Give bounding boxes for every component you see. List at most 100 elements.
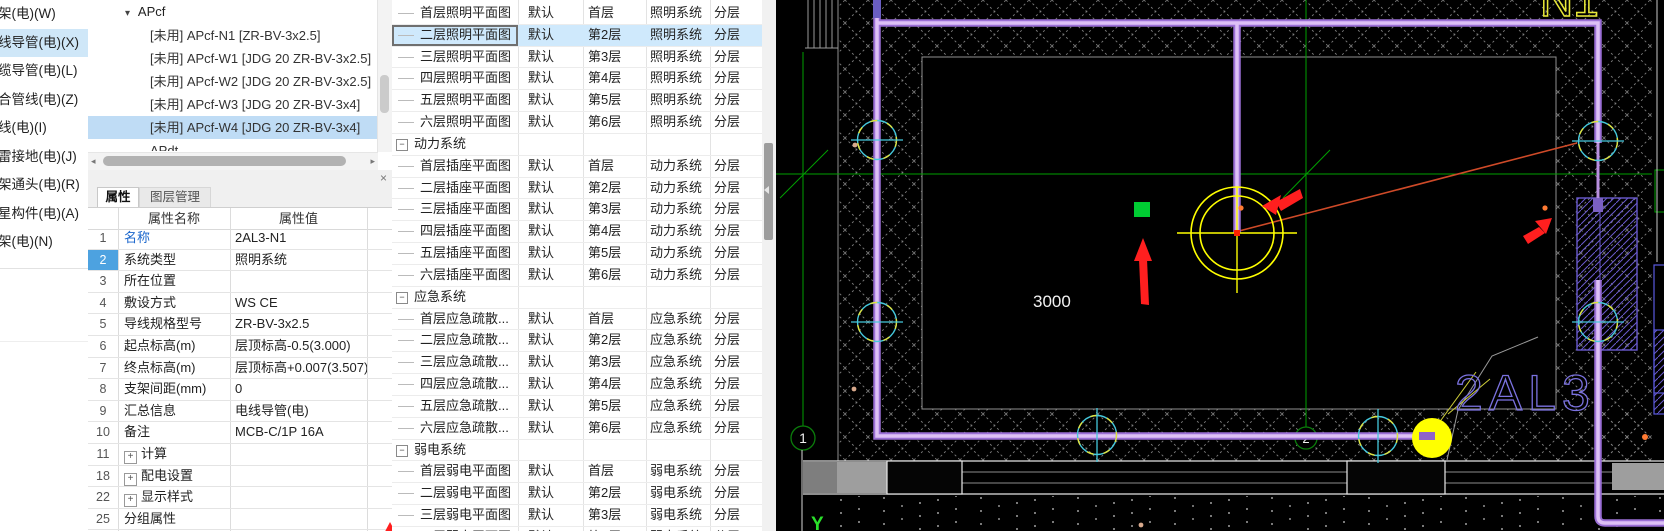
- sheet-row[interactable]: 三层应急疏散... 默认 第3层 应急系统 分层: [392, 352, 762, 375]
- property-row-5[interactable]: 5 导线规格型号 ZR-BV-3x2.5: [88, 314, 392, 336]
- sheet-row[interactable]: 四层应急疏散... 默认 第4层 应急系统 分层: [392, 374, 762, 396]
- tree-vertical-scrollbar[interactable]: [377, 0, 392, 152]
- sidebar-item-3[interactable]: 合管线(电)(Z): [0, 86, 88, 115]
- sheet-row[interactable]: 二层应急疏散... 默认 第2层 应急系统 分层: [392, 330, 762, 353]
- sheet-name: 四层应急疏散...: [420, 376, 509, 392]
- splitter-collapse-icon[interactable]: [764, 186, 769, 194]
- sidebar-item-1[interactable]: 线导管(电)(X): [0, 28, 88, 57]
- junction-ball[interactable]: [1412, 418, 1452, 458]
- sheet-scale: 默认: [528, 310, 555, 326]
- tree-item-0[interactable]: [未用] APcf-N1 [ZR-BV-3x2.5]: [88, 24, 392, 47]
- sheet-name: 二层应急疏散...: [420, 332, 509, 348]
- property-name: + 配电设置: [118, 466, 236, 487]
- collapse-minus-icon[interactable]: −: [396, 444, 408, 457]
- tree-branch-line: [398, 384, 414, 386]
- sidebar-item-6[interactable]: 架通头(电)(R): [0, 171, 88, 200]
- tree-branch-line: [398, 231, 414, 233]
- tree-branch-line: [398, 362, 414, 364]
- property-row-6[interactable]: 6 起点标高(m) 层顶标高-0.5(3.000): [88, 335, 392, 358]
- property-row-22[interactable]: 22 + 显示样式: [88, 487, 392, 509]
- tree-item-1[interactable]: [未用] APcf-W1 [JDG 20 ZR-BV-3x2.5]: [88, 47, 392, 70]
- sidebar-item-2[interactable]: 缆导管(电)(L): [0, 57, 88, 86]
- green-square-marker[interactable]: [1134, 202, 1150, 217]
- tree-group-apcf[interactable]: ▾ APcf: [88, 0, 392, 24]
- tree-hscroll-thumb[interactable]: [103, 156, 346, 166]
- tree-vscroll-thumb[interactable]: [380, 75, 389, 113]
- sidebar-item-7[interactable]: 星构件(电)(A): [0, 200, 88, 229]
- sheet-row[interactable]: 六层照明平面图 默认 第6层 照明系统 分层: [392, 112, 762, 134]
- tree-branch-line: [398, 427, 414, 429]
- sheet-group-row[interactable]: − 应急系统: [392, 287, 762, 309]
- sidebar-item-8[interactable]: 架(电)(N): [0, 228, 88, 257]
- room-boundary: [837, 0, 1557, 461]
- highlighted-wire[interactable]: [1238, 142, 1578, 232]
- sheet-row[interactable]: 五层应急疏散... 默认 第5层 应急系统 分层: [392, 396, 762, 418]
- sheet-name: 首层照明平面图: [420, 5, 512, 20]
- sheet-group-row[interactable]: − 弱电系统: [392, 440, 762, 462]
- sheet-name: 三层弱电平面图: [420, 507, 512, 523]
- sidebar-item-4[interactable]: 线(电)(I): [0, 114, 88, 143]
- property-row-18[interactable]: 18 + 配电设置: [88, 465, 392, 488]
- sheet-vertical-scrollbar[interactable]: [762, 0, 777, 531]
- column-header-name: 属性名称: [147, 211, 200, 226]
- property-row-25[interactable]: 25 分组属性: [88, 508, 392, 531]
- sheet-system: 应急系统: [650, 310, 703, 326]
- sheet-row[interactable]: 三层弱电平面图 默认 第3层 弱电系统 分层: [392, 505, 762, 527]
- cad-canvas[interactable]: 1 2 3000 N1 2AL3 Y: [776, 0, 1664, 531]
- sheet-row[interactable]: 三层插座平面图 默认 第3层 动力系统 分层: [392, 199, 762, 222]
- chevron-down-icon[interactable]: ▾: [125, 2, 135, 26]
- sheet-system: 照明系统: [650, 48, 703, 64]
- sheet-row[interactable]: 二层弱电平面图 默认 第2层 弱电系统 分层: [392, 483, 762, 506]
- property-row-7[interactable]: 7 终点标高(m) 层顶标高+0.007(3.507): [88, 357, 392, 380]
- sheet-row[interactable]: 首层应急疏散... 默认 首层 应急系统 分层: [392, 309, 762, 331]
- sheet-system: 照明系统: [650, 114, 703, 130]
- property-row-1[interactable]: 1 名称 2AL3-N1: [88, 228, 392, 250]
- tab-layer-management[interactable]: 图层管理: [139, 187, 211, 207]
- sheet-row[interactable]: 五层插座平面图 默认 第5层 动力系统 分层: [392, 243, 762, 265]
- collapse-minus-icon[interactable]: −: [396, 138, 408, 151]
- property-row-2[interactable]: 2 系统类型 照明系统: [88, 249, 392, 272]
- tree-item-partial[interactable]: APdt: [88, 139, 392, 151]
- property-name: + 计算: [118, 444, 236, 465]
- tab-properties[interactable]: 属性: [97, 187, 139, 207]
- sheet-row[interactable]: 四层弱电平面图 默认 第4层 弱电系统 分层: [392, 527, 762, 531]
- sheet-row[interactable]: 首层插座平面图 默认 首层 动力系统 分层: [392, 156, 762, 178]
- tree-item-3[interactable]: [未用] APcf-W3 [JDG 20 ZR-BV-3x4]: [88, 93, 392, 116]
- sheet-system: 应急系统: [650, 376, 703, 392]
- scroll-left-icon[interactable]: ◂: [91, 155, 96, 168]
- tree-horizontal-scrollbar[interactable]: ◂ ▸: [88, 152, 378, 170]
- sheet-name: 三层照明平面图: [420, 48, 512, 64]
- sidebar-item-5[interactable]: 雷接地(电)(J): [0, 143, 88, 172]
- sheet-row[interactable]: 四层插座平面图 默认 第4层 动力系统 分层: [392, 221, 762, 244]
- shaft-column[interactable]: [1576, 197, 1638, 351]
- property-row-3[interactable]: 3 所在位置: [88, 271, 392, 293]
- sheet-row[interactable]: 五层照明平面图 默认 第5层 照明系统 分层: [392, 90, 762, 113]
- sheet-row[interactable]: 六层应急疏散... 默认 第6层 应急系统 分层: [392, 418, 762, 440]
- device-grip-point[interactable]: [1234, 230, 1240, 236]
- close-icon[interactable]: ×: [380, 172, 387, 184]
- expand-plus-icon[interactable]: +: [124, 450, 137, 464]
- sheet-row[interactable]: 首层弱电平面图 默认 首层 弱电系统 分层: [392, 461, 762, 484]
- property-row-11[interactable]: 11 + 计算: [88, 443, 392, 466]
- sheet-row[interactable]: 首层照明平面图 默认 首层 照明系统 分层: [392, 3, 762, 25]
- property-row-9[interactable]: 9 汇总信息 电线导管(电): [88, 400, 392, 423]
- sheet-row[interactable]: 六层插座平面图 默认 第6层 动力系统 分层: [392, 265, 762, 287]
- sidebar-item-0[interactable]: 架(电)(W): [0, 0, 88, 29]
- scroll-right-icon[interactable]: ▸: [370, 155, 375, 168]
- sheet-row[interactable]: 三层照明平面图 默认 第3层 照明系统 分层: [392, 47, 762, 69]
- property-row-4[interactable]: 4 敷设方式 WS CE: [88, 292, 392, 315]
- sheet-row[interactable]: 四层照明平面图 默认 第4层 照明系统 分层: [392, 68, 762, 91]
- sheet-row[interactable]: 二层插座平面图 默认 第2层 动力系统 分层: [392, 178, 762, 200]
- sheet-row[interactable]: 二层照明平面图 默认 第2层 照明系统 分层: [392, 24, 762, 47]
- sheet-floor: 第2层: [588, 26, 622, 42]
- collapse-minus-icon[interactable]: −: [396, 291, 408, 304]
- property-row-8[interactable]: 8 支架间距(mm) 0: [88, 379, 392, 401]
- sheet-scale: 默认: [528, 223, 555, 239]
- property-row-10[interactable]: 10 备注 MCB-C/1P 16A: [88, 422, 392, 444]
- tree-item-2[interactable]: [未用] APcf-W2 [JDG 20 ZR-BV-3x2.5]: [88, 70, 392, 93]
- expand-plus-icon[interactable]: +: [124, 494, 137, 508]
- sheet-group-row[interactable]: − 动力系统: [392, 134, 762, 156]
- tree-item-4[interactable]: [未用] APcf-W4 [JDG 20 ZR-BV-3x4]: [88, 116, 392, 139]
- property-name: 导线规格型号: [124, 316, 203, 332]
- expand-plus-icon[interactable]: +: [124, 472, 137, 486]
